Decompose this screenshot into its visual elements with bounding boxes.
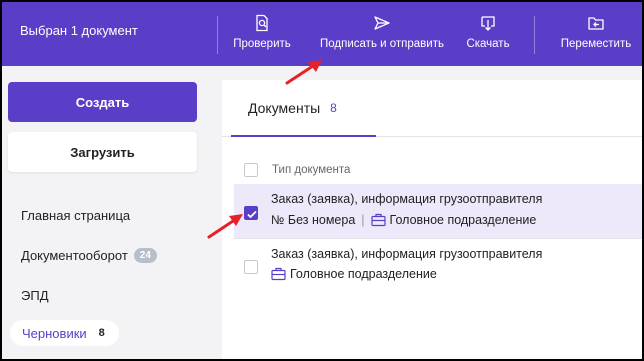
- toolbar-separator: [217, 16, 218, 54]
- row-checkbox[interactable]: [244, 260, 258, 274]
- select-all-checkbox[interactable]: [244, 163, 258, 177]
- sidebar-item-label: Главная страница: [21, 208, 131, 223]
- tab-count: 8: [330, 100, 337, 115]
- column-header-doc-type: Тип документа: [272, 164, 351, 176]
- toolbar-separator: [534, 16, 535, 54]
- sidebar-item-label: ЭПД: [21, 288, 49, 303]
- tab-documents[interactable]: Документы 8: [231, 80, 376, 137]
- move-button-label: Переместить: [560, 38, 632, 50]
- sidebar-item-label: Черновики: [22, 325, 87, 341]
- document-title[interactable]: Заказ (заявка), информация грузоотправит…: [271, 192, 542, 206]
- document-meta: № Без номера | Головное подразделение: [271, 213, 536, 227]
- division-label: Головное подразделение: [290, 267, 437, 281]
- sign-and-send-button[interactable]: Подписать и отправить: [314, 12, 450, 58]
- download-button[interactable]: Скачать: [462, 12, 514, 58]
- upload-button[interactable]: Загрузить: [8, 132, 197, 172]
- briefcase-icon: [370, 213, 386, 227]
- document-meta: Головное подразделение: [271, 267, 437, 281]
- sidebar: Создать Загрузить Главная страница Докум…: [2, 66, 220, 359]
- checkmark-icon: [247, 210, 257, 219]
- download-button-label: Скачать: [466, 38, 510, 50]
- check-button-label: Проверить: [233, 38, 291, 50]
- document-number: № Без номера: [271, 213, 356, 227]
- annotation-arrow-icon: [285, 60, 322, 85]
- app-window: Выбран 1 документ Проверить Подписать и …: [2, 2, 642, 359]
- row-checkbox[interactable]: [244, 206, 258, 220]
- sidebar-item-epd[interactable]: ЭПД: [21, 288, 49, 303]
- selection-count-label: Выбран 1 документ: [20, 23, 138, 38]
- sidebar-item-label: Документооборот: [21, 248, 128, 263]
- tab-label: Документы: [248, 99, 321, 116]
- doc-search-icon: [256, 14, 268, 32]
- briefcase-icon: [271, 267, 286, 281]
- annotation-arrow-icon: [207, 214, 243, 239]
- drafts-count: 8: [98, 327, 105, 339]
- meta-divider: |: [361, 213, 365, 227]
- count-badge: 24: [133, 248, 157, 263]
- move-folder-icon: [588, 17, 604, 30]
- check-button[interactable]: Проверить: [230, 12, 294, 58]
- sign-and-send-label: Подписать и отправить: [320, 38, 444, 50]
- download-icon: [481, 16, 495, 31]
- sidebar-item-workflow[interactable]: Документооборот 24: [21, 248, 157, 263]
- sidebar-item-home[interactable]: Главная страница: [21, 208, 130, 223]
- documents-panel: Документы 8 Тип документа Заказ (заявка)…: [222, 80, 642, 359]
- move-button[interactable]: Переместить: [554, 12, 638, 58]
- row-divider: [234, 238, 642, 239]
- tab-bar: Документы 8: [222, 80, 642, 137]
- create-button[interactable]: Создать: [8, 82, 197, 122]
- division-label: Головное подразделение: [389, 213, 537, 227]
- document-title[interactable]: Заказ (заявка), информация грузоотправит…: [271, 247, 542, 261]
- send-icon: [374, 16, 390, 30]
- sidebar-item-drafts[interactable]: Черновики 8: [10, 320, 119, 346]
